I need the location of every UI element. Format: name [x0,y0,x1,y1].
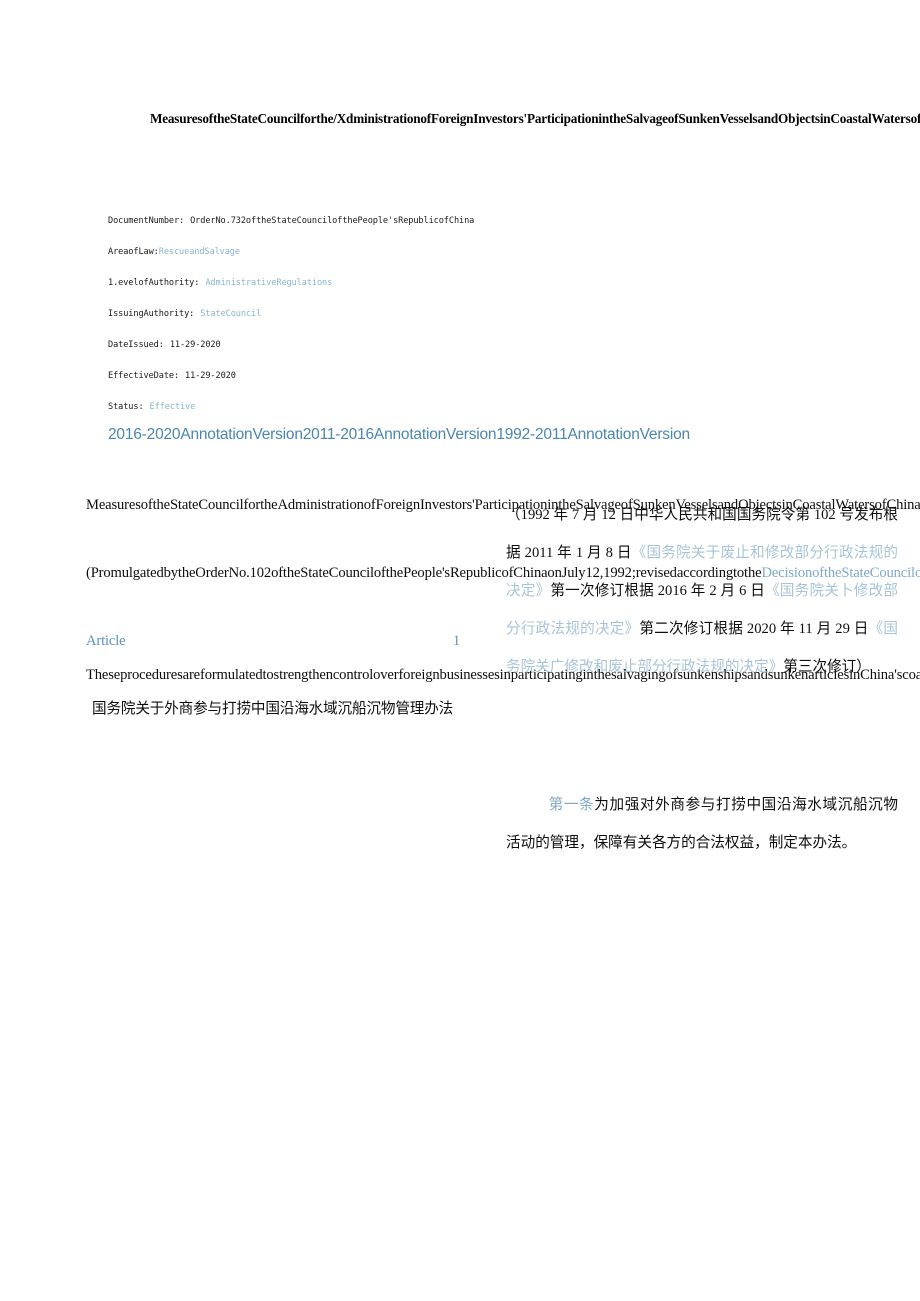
chinese-column: （1992 年 7 月 12 日中华人民共和国国务院令第 102 号发布根据 2… [506,496,898,862]
metadata-label: Status: [108,402,144,412]
metadata-label: IssuingAuthority: [108,309,195,319]
cn-promulgation-text-part3: 第二次修订根据 2020 年 11 月 29 日 [639,621,869,637]
metadata-label: AreaofLaw: [108,247,159,257]
metadata-row-status: Status: Effective [108,392,608,423]
article-1-trailing-chinese-title: 国务院关于外商参与打捞中国沿海水域沉船沉物管理办法 [92,701,454,717]
metadata-value: OrderNo.732oftheStateCouncilofthePeople'… [190,216,475,226]
annotation-version-link-1992-2011[interactable]: 1992-2011AnnotationVersion [496,426,690,443]
chinese-article-1: 第一条为加强对外商参与打捞中国沿海水域沉船沉物活动的管理，保障有关各方的合法权益… [506,786,898,862]
english-column: MeasuresoftheStateCouncilfortheAdministr… [86,488,920,726]
cn-promulgation-text-part4: 第三次修订） [783,659,871,675]
metadata-label: EffectiveDate: [108,371,180,381]
metadata-value-link[interactable]: StateCouncil [200,309,261,319]
chinese-promulgation-paragraph: （1992 年 7 月 12 日中华人民共和国国务院令第 102 号发布根据 2… [506,496,898,686]
page-title: MeasuresoftheStateCouncilforthe/Xdminist… [150,111,920,126]
metadata-row-document-number: DocumentNumber: OrderNo.732oftheStateCoun… [108,206,608,237]
cn-article-1-label[interactable]: 第一条 [548,797,594,813]
status-badge[interactable]: Effective [150,402,196,412]
metadata-label: DocumentNumber: [108,216,185,226]
annotation-version-links: 2016-2020AnnotationVersion2011-2016Annot… [108,424,690,446]
metadata-label: DateIssued: [108,340,164,350]
annotation-version-link-2016-2020[interactable]: 2016-2020AnnotationVersion [108,426,303,443]
cn-promulgation-text-part2: 第一次修订根据 2016 年 2 月 6 日 [550,583,766,599]
metadata-row-level-of-authority: 1.evelofAuthority: AdministrativeRegulati… [108,268,608,299]
metadata-value-link[interactable]: AdministrativeRegulations [205,278,332,288]
article-1-label[interactable]: Article 1 [86,633,460,649]
document-metadata: DocumentNumber: OrderNo.732oftheStateCoun… [108,206,608,423]
metadata-label: 1.evelofAuthority: [108,278,200,288]
metadata-row-date-issued: DateIssued: 11-29-2020 [108,330,608,361]
metadata-row-effective-date: EffectiveDate: 11-29-2020 [108,361,608,392]
annotation-version-link-2011-2016[interactable]: 2011-2016AnnotationVersion [303,426,497,443]
metadata-value: 11-29-2020 [185,371,236,381]
english-heading: MeasuresoftheStateCouncilfortheAdministr… [86,497,920,513]
metadata-row-area-of-law: AreaofLaw:RescueandSalvage [108,237,608,268]
document-page: MeasuresoftheStateCouncilforthe/Xdminist… [0,0,920,1301]
metadata-value-link[interactable]: RescueandSalvage [159,247,240,257]
metadata-row-issuing-authority: IssuingAuthority: StateCouncil [108,299,608,330]
metadata-value: 11-29-2020 [169,340,221,350]
english-article-1: Article 1Theseproceduresareformulatedtos… [86,624,920,726]
english-promulgation-paragraph: (PromulgatedbytheOrderNo.102oftheStateCo… [86,556,920,590]
